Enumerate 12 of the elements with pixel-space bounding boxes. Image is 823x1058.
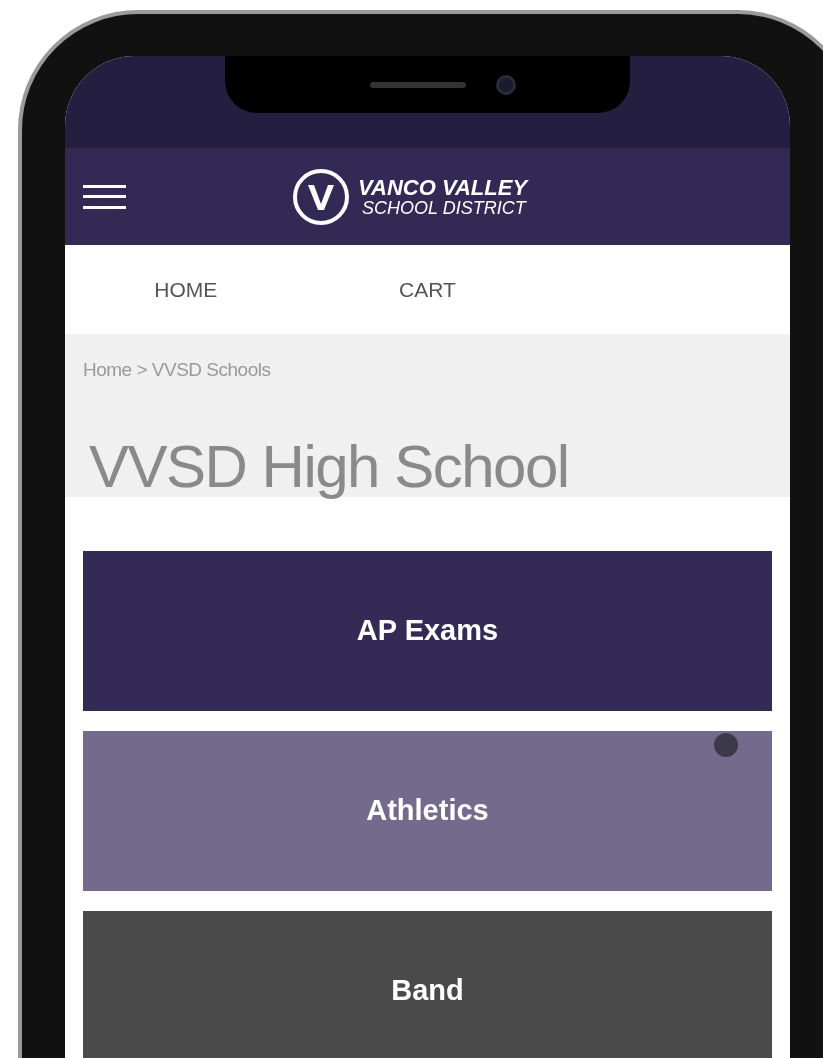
logo-icon [292, 167, 350, 226]
camera-icon [495, 74, 516, 95]
nav-link[interactable]: CART [399, 273, 456, 306]
speaker-icon [369, 81, 466, 88]
category-tile[interactable]: AP Exams [83, 550, 772, 711]
category-tile[interactable]: Band [83, 910, 772, 1058]
logo-subtitle: SCHOOL DISTRICT [362, 198, 528, 217]
category-tile[interactable]: Athletics [83, 730, 772, 891]
logo-title: VANCO VALLEY [358, 176, 528, 199]
nav-link[interactable]: HOME [154, 273, 218, 306]
breadcrumb: Home > VVSD Schools [83, 358, 272, 382]
page-title: VVSD High School [89, 436, 570, 497]
